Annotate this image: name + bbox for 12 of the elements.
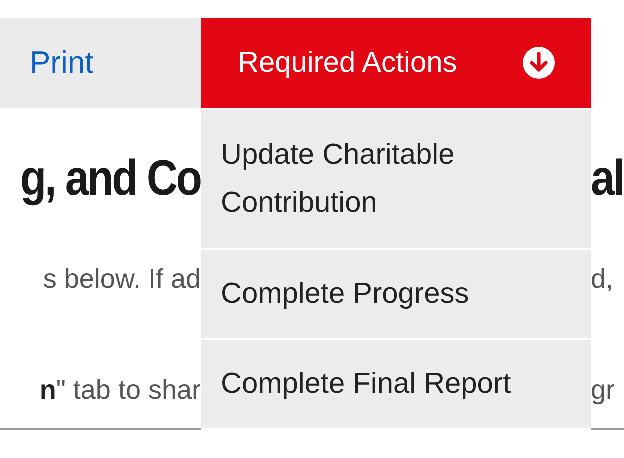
paragraph-text: n" tab to shar [40, 374, 201, 406]
required-actions-button[interactable]: Required Actions [201, 18, 591, 108]
paragraph-text: s below. If ad [43, 264, 201, 295]
menu-item[interactable]: Complete Final Report [201, 340, 591, 428]
menu-item[interactable]: Complete Progress [201, 250, 591, 338]
paragraph-text: gr [591, 374, 616, 406]
page-heading: al [591, 149, 624, 207]
paragraph-text: d, [591, 264, 614, 295]
page-heading: g, and Co [20, 149, 201, 207]
print-link[interactable]: Print [30, 45, 94, 81]
arrow-down-circle-icon [523, 47, 555, 79]
menu-item[interactable]: Update Charitable Contribution [201, 110, 591, 248]
